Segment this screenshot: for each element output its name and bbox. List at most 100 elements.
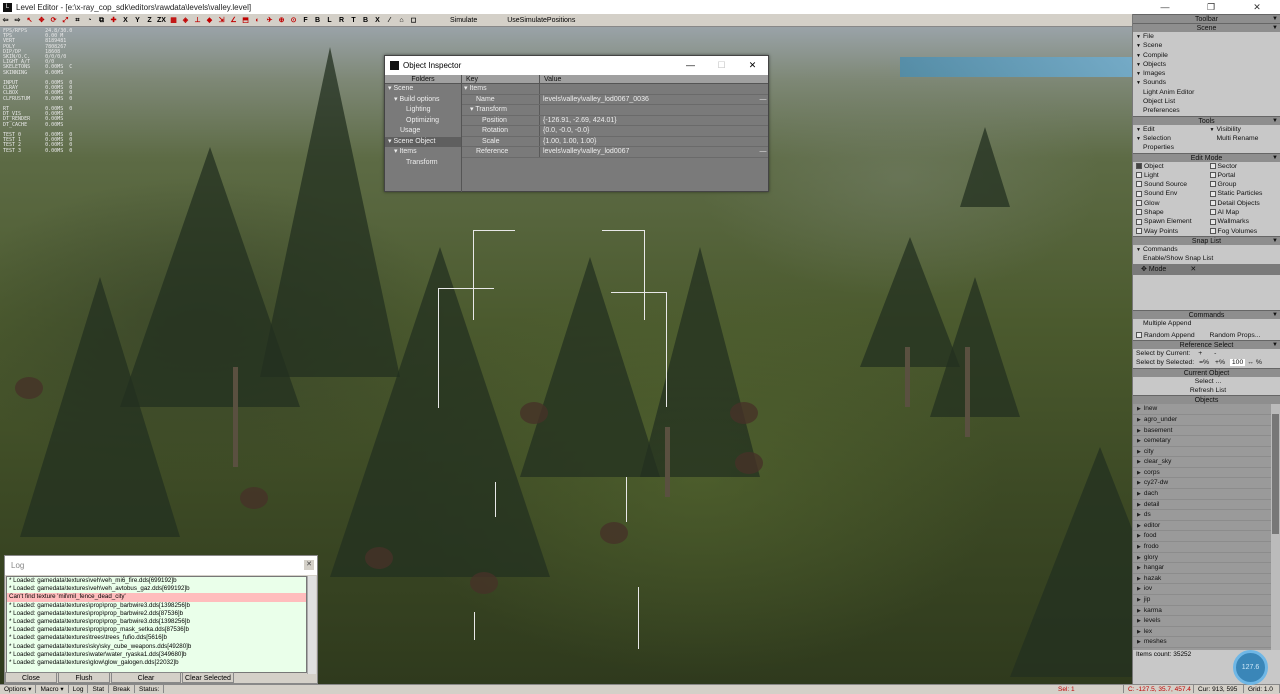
edit-mode-option[interactable]: Detail Objects: [1207, 199, 1280, 208]
object-folder-item[interactable]: ▶city: [1133, 447, 1280, 458]
select-current-plus-button[interactable]: +: [1198, 350, 1202, 357]
collapse-icon[interactable]: ▼: [1272, 341, 1278, 350]
select-object-button[interactable]: Select ...: [1133, 377, 1280, 386]
expand-arrow-icon[interactable]: ▶: [1137, 586, 1141, 592]
edit-mode-option[interactable]: Spawn Element: [1133, 217, 1207, 226]
expand-arrow-icon[interactable]: ▶: [1137, 512, 1141, 518]
grid-snap-icon[interactable]: ▦: [168, 15, 179, 26]
refresh-list-button[interactable]: Refresh List: [1133, 386, 1280, 395]
multiple-append-button[interactable]: Multiple Append: [1133, 319, 1280, 328]
log-titlebar[interactable]: Log ✕: [5, 556, 317, 575]
select-equal-pct-button[interactable]: =%: [1199, 359, 1209, 366]
log-line[interactable]: * Loaded: gamedata\textures\glow\glow_ga…: [7, 659, 306, 667]
scrollbar-thumb[interactable]: [1272, 414, 1279, 534]
expand-arrow-icon[interactable]: ▶: [1137, 608, 1141, 614]
normal-snap-icon[interactable]: ⊥: [192, 15, 203, 26]
expand-arrow-icon[interactable]: ▶: [1137, 555, 1141, 561]
log-line[interactable]: * Loaded: gamedata\textures\veh\veh_mi6_…: [7, 577, 306, 585]
collapse-icon[interactable]: ▼: [1272, 154, 1278, 163]
scale-icon[interactable]: ⤢: [60, 15, 71, 26]
property-value[interactable]: {-126.91, -2.69, 424.01}: [540, 116, 768, 126]
edit-mode-option[interactable]: Sound Env: [1133, 189, 1207, 198]
snap-list-section-header[interactable]: Snap List▼: [1133, 236, 1280, 245]
object-folder-item[interactable]: ▶detail: [1133, 500, 1280, 511]
property-value[interactable]: levels\valley\valley_lod0067: [540, 147, 758, 157]
expand-arrow-icon[interactable]: ▶: [1137, 438, 1141, 444]
inspector-minimize-button[interactable]: —: [675, 60, 706, 71]
axis-zx-button[interactable]: ZX: [156, 15, 167, 26]
edit-mode-section-header[interactable]: Edit Mode▼: [1133, 153, 1280, 162]
property-row[interactable]: Scale{1.00, 1.00, 1.00}: [462, 137, 768, 148]
object-folder-item[interactable]: ▶agro_under: [1133, 415, 1280, 426]
close-button[interactable]: ✕: [1234, 2, 1280, 13]
vertex-snap-icon[interactable]: ◆: [204, 15, 215, 26]
object-folder-item[interactable]: ▶hazak: [1133, 574, 1280, 585]
folder-item[interactable]: Transform: [385, 158, 461, 169]
expand-arrow-icon[interactable]: ▶: [1137, 406, 1141, 412]
log-line[interactable]: * Loaded: gamedata\textures\veh\veh_avto…: [7, 585, 306, 593]
property-row[interactable]: Rotation{0.0, -0.0, -0.0}: [462, 126, 768, 137]
inspector-close-button[interactable]: ✕: [737, 60, 768, 71]
property-row[interactable]: Position{-126.91, -2.69, 424.01}: [462, 116, 768, 127]
edit-mode-option[interactable]: Glow: [1133, 199, 1207, 208]
objects-tree[interactable]: ▶lnew▶agro_under▶basement▶cemetary▶city▶…: [1133, 404, 1280, 650]
tools-section-header[interactable]: Tools▼: [1133, 116, 1280, 125]
collapse-icon[interactable]: ▼: [1272, 24, 1278, 33]
csg-icon[interactable]: ⬒: [240, 15, 251, 26]
snap-enable-show-button[interactable]: Enable/Show Snap List: [1133, 254, 1280, 263]
object-folder-item[interactable]: ▶cemetary: [1133, 436, 1280, 447]
object-folder-item[interactable]: ▶karma: [1133, 606, 1280, 617]
object-folder-item[interactable]: ▶hangar: [1133, 563, 1280, 574]
folder-item[interactable]: ▾ Build options: [385, 95, 461, 106]
log-list[interactable]: * Loaded: gamedata\textures\veh\veh_mi6_…: [6, 576, 307, 673]
log-scrollbar[interactable]: [307, 576, 316, 674]
edit-mode-option[interactable]: Object: [1133, 162, 1207, 171]
axis-y-button[interactable]: Y: [132, 15, 143, 26]
edit-mode-option[interactable]: Fog Volumes: [1207, 227, 1280, 236]
tools-selection[interactable]: ▼Selection: [1133, 134, 1207, 143]
object-folder-item[interactable]: ▶clear_sky: [1133, 457, 1280, 468]
inspector-maximize-button[interactable]: ☐: [706, 60, 737, 71]
objects-scrollbar[interactable]: [1271, 404, 1280, 650]
tools-properties[interactable]: Properties: [1133, 143, 1207, 152]
object-folder-item[interactable]: ▶lnew: [1133, 404, 1280, 415]
expand-arrow-icon[interactable]: ▶: [1137, 565, 1141, 571]
tools-visibility[interactable]: ▼Visibility: [1207, 125, 1280, 134]
expand-arrow-icon[interactable]: ▶: [1137, 502, 1141, 508]
add-icon[interactable]: ✚: [108, 15, 119, 26]
expand-arrow-icon[interactable]: ▶: [1137, 533, 1141, 539]
property-action-icon[interactable]: —: [758, 147, 768, 157]
collapse-icon[interactable]: ▼: [1272, 117, 1278, 126]
current-object-section-header[interactable]: Current Object: [1133, 368, 1280, 377]
edit-mode-option[interactable]: Way Points: [1133, 227, 1207, 236]
tools-edit[interactable]: ▼Edit: [1133, 125, 1207, 134]
folder-item[interactable]: ▾ Scene: [385, 84, 461, 95]
expand-arrow-icon[interactable]: ▶: [1137, 459, 1141, 465]
expand-arrow-icon[interactable]: ▶: [1137, 523, 1141, 529]
collapse-icon[interactable]: ▼: [1272, 237, 1278, 246]
axis-x-button[interactable]: X: [120, 15, 131, 26]
maximize-button[interactable]: ❐: [1188, 2, 1234, 13]
edit-mode-option[interactable]: Shape: [1133, 208, 1207, 217]
edit-mode-option[interactable]: Sound Source: [1133, 180, 1207, 189]
expand-arrow-icon[interactable]: ▶: [1137, 576, 1141, 582]
log-close-button[interactable]: Close: [5, 672, 57, 683]
property-action-icon[interactable]: —: [758, 95, 768, 105]
object-folder-item[interactable]: ▶cy27-dw: [1133, 478, 1280, 489]
objects-section-header[interactable]: Objects: [1133, 395, 1280, 404]
log-line[interactable]: * Loaded: gamedata\textures\prop\prop_ba…: [7, 610, 306, 618]
expand-arrow-icon[interactable]: ▶: [1137, 629, 1141, 635]
expand-arrow-icon[interactable]: ▶: [1137, 544, 1141, 550]
object-snap-icon[interactable]: ◈: [180, 15, 191, 26]
scene-link[interactable]: Light Anim Editor: [1133, 88, 1280, 97]
edit-mode-option[interactable]: AI Map: [1207, 208, 1280, 217]
object-folder-item[interactable]: ▶iov: [1133, 584, 1280, 595]
expand-arrow-icon[interactable]: ▶: [1137, 470, 1141, 476]
scene-menu-item[interactable]: ▼Compile: [1133, 51, 1280, 60]
view-top-button[interactable]: T: [348, 15, 359, 26]
snap-clear-icon[interactable]: ✕: [1190, 264, 1196, 275]
move-icon[interactable]: ✥: [36, 15, 47, 26]
folder-item[interactable]: Optimizing: [385, 116, 461, 127]
snap-commands[interactable]: ▼Commands: [1133, 245, 1280, 254]
log-line[interactable]: * Loaded: gamedata\textures\trees\trees_…: [7, 634, 306, 642]
